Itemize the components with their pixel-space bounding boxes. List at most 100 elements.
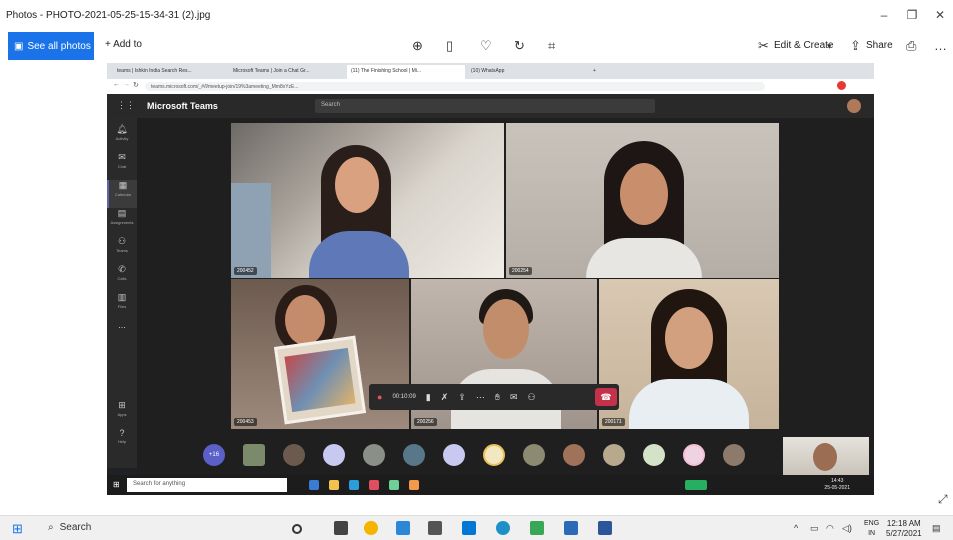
task-view-icon[interactable] — [334, 521, 348, 535]
favorite-icon[interactable]: ♡ — [480, 38, 492, 54]
video-tile[interactable]: 200171 — [599, 279, 779, 429]
participant-strip: +16 — [137, 437, 874, 475]
browser-tab-active[interactable]: (11) The Finishing School | Mi... — [347, 65, 465, 79]
participant-avatar[interactable] — [563, 444, 585, 466]
crop-icon[interactable]: ⌗ — [548, 38, 555, 54]
cortana-icon[interactable] — [292, 524, 302, 534]
raise-hand-icon[interactable]: ✋︎ — [495, 392, 500, 403]
rotate-icon[interactable]: ↻ — [514, 38, 525, 54]
system-clock[interactable]: 12:18 AM 5/27/2021 — [886, 519, 922, 539]
mic-off-icon[interactable]: ✗ — [441, 392, 449, 403]
rail-calendar[interactable]: ▦ Calendar — [107, 180, 137, 208]
participant-avatar[interactable] — [243, 444, 265, 466]
participant-avatar[interactable] — [523, 444, 545, 466]
browser-tab-strip: teams | Ishkin India Search Res... Micro… — [107, 63, 874, 79]
photos-toolbar: ▣ See all photos + Add to ⊕ ▯ ♡ ↻ ⌗ ✂ Ed… — [0, 32, 953, 62]
browser-tab[interactable]: Microsoft Teams | Join a Chat Gr... — [229, 65, 345, 79]
rail-assignments[interactable]: ▤ Assignments — [107, 208, 137, 236]
edge-icon[interactable] — [496, 521, 510, 535]
participant-avatar[interactable] — [283, 444, 305, 466]
back-icon[interactable]: ← — [113, 81, 120, 88]
chat-toggle-icon[interactable]: ✉ — [510, 392, 518, 403]
participant-shirt — [586, 238, 702, 278]
participant-avatar[interactable] — [363, 444, 385, 466]
app-icon[interactable] — [530, 521, 544, 535]
more-participants-badge[interactable]: +16 — [203, 444, 225, 466]
self-view-tile[interactable] — [783, 437, 869, 475]
zoom-icon[interactable]: ⊕ — [412, 38, 423, 54]
chevron-up-icon[interactable]: ^ — [794, 523, 798, 533]
video-tile[interactable]: 200254 — [506, 123, 779, 278]
share-screen-icon[interactable]: ⇪ — [458, 392, 466, 403]
notifications-icon[interactable]: ▤ — [932, 523, 941, 534]
photo-content-image — [284, 347, 356, 413]
forward-icon[interactable]: → — [123, 81, 130, 88]
rail-calls[interactable]: ✆ Calls — [107, 264, 137, 292]
app-icon[interactable] — [396, 521, 410, 535]
camera-icon[interactable]: ▮ — [426, 392, 431, 403]
volume-icon[interactable]: ◁) — [842, 523, 852, 534]
maximize-icon[interactable]: ❐ — [902, 8, 922, 22]
user-avatar[interactable] — [847, 99, 861, 113]
hang-up-button[interactable]: ☎ — [595, 388, 617, 406]
share-button[interactable]: Share — [866, 40, 893, 51]
participant-avatar[interactable] — [603, 444, 625, 466]
windows-taskbar: ⊞ ⌕ Search ^ ▭ ◠ ◁) ENG IN 12:18 AM 5/27… — [0, 515, 953, 540]
calendar-icon: ▦ — [118, 180, 128, 190]
profile-icon[interactable] — [837, 81, 846, 90]
chrome-icon[interactable] — [364, 521, 378, 535]
wifi-icon[interactable]: ◠ — [826, 523, 834, 534]
inner-search-box: Search for anything — [127, 478, 287, 492]
taskbar-search[interactable]: ⌕ Search — [48, 522, 91, 533]
see-all-photos-button[interactable]: ▣ See all photos — [8, 32, 94, 60]
share-icon: ⇪ — [850, 38, 861, 53]
store-icon[interactable] — [428, 521, 442, 535]
outlook-icon[interactable] — [462, 521, 476, 535]
participant-avatar[interactable] — [643, 444, 665, 466]
add-to-button[interactable]: + Add to — [105, 39, 142, 50]
app-launcher-icon[interactable]: ⋮⋮ — [117, 100, 135, 111]
participant-avatar[interactable] — [443, 444, 465, 466]
battery-indicator — [685, 480, 707, 490]
video-tile[interactable]: 200452 — [231, 123, 504, 278]
rail-chat[interactable]: ✉ Chat — [107, 152, 137, 180]
rail-apps[interactable]: ⊞ Apps — [107, 400, 137, 428]
call-timer: 00:10:09 — [392, 394, 416, 400]
expand-icon[interactable]: ⤢ — [938, 492, 948, 507]
participant-avatar[interactable] — [403, 444, 425, 466]
more-icon[interactable]: … — [934, 38, 947, 53]
chevron-down-icon[interactable]: ▾ — [827, 41, 832, 52]
minimize-icon[interactable]: – — [874, 8, 894, 22]
participants-icon[interactable]: ⚇ — [528, 392, 536, 403]
url-field[interactable]: teams.microsoft.com/_#/l/meetup-join/19%… — [145, 82, 765, 91]
rail-help[interactable]: ? Help — [107, 428, 137, 456]
reload-icon[interactable]: ↻ — [133, 81, 139, 89]
word-icon[interactable] — [598, 521, 612, 535]
app-icon — [329, 480, 339, 490]
rail-teams[interactable]: ⚇ Teams — [107, 236, 137, 264]
participant-avatar[interactable] — [683, 444, 705, 466]
new-tab-icon[interactable]: + — [589, 65, 599, 79]
teams-icon: ⚇ — [117, 236, 127, 246]
rail-more[interactable]: ... — [107, 320, 137, 348]
record-icon: ● — [377, 392, 383, 402]
participant-avatar[interactable] — [483, 444, 505, 466]
participant-avatar[interactable] — [723, 444, 745, 466]
browser-tab[interactable]: teams | Ishkin India Search Res... — [113, 65, 227, 79]
print-icon[interactable]: ⎙ — [906, 38, 916, 54]
photo-content: teams | Ishkin India Search Res... Micro… — [107, 63, 874, 495]
teams-search-input[interactable]: Search — [315, 99, 655, 113]
photos-icon[interactable] — [564, 521, 578, 535]
close-icon[interactable]: ✕ — [930, 8, 950, 22]
rail-files[interactable]: ▥ Files — [107, 292, 137, 320]
more-actions-icon[interactable]: ⋯ — [476, 392, 485, 403]
browser-tab[interactable]: (10) WhatsApp — [467, 65, 585, 79]
rail-activity[interactable]: 🔔︎ Activity — [107, 124, 137, 152]
language-indicator[interactable]: ENG IN — [864, 519, 879, 539]
participant-avatar[interactable] — [323, 444, 345, 466]
participant-face — [335, 157, 379, 213]
windows-start-icon[interactable]: ⊞ — [12, 521, 23, 537]
delete-icon[interactable]: ▯ — [446, 38, 453, 54]
edit-create-button[interactable]: Edit & Create — [774, 40, 833, 51]
battery-icon[interactable]: ▭ — [810, 523, 819, 534]
